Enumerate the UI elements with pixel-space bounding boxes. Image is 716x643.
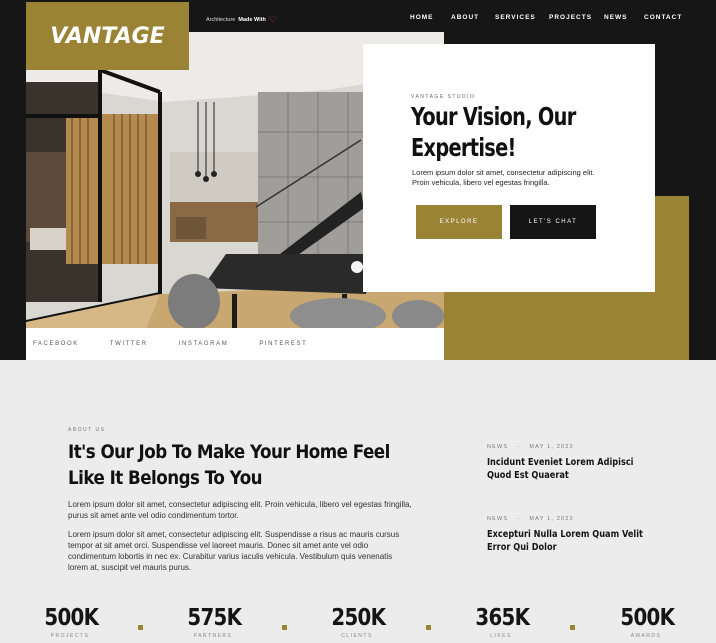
stat-value: 500K (44, 605, 99, 631)
stat-divider-dot (570, 625, 575, 630)
stat-label: PARTNERS (193, 633, 233, 639)
stat-label: AWARDS (630, 633, 662, 639)
stat-label: CLIENTS (341, 633, 373, 639)
news-item[interactable]: NEWS - MAY 1, 2022 Incidunt Eveniet Lore… (487, 444, 657, 482)
news-category: NEWS (487, 444, 509, 450)
stats-row: 500K PROJECTS 575K PARTNERS 250K CLIENTS… (0, 605, 716, 643)
stat-item: 500K AWARDS (616, 605, 676, 639)
hero-body: Lorem ipsum dolor sit amet, consectetur … (412, 168, 595, 187)
nav-news[interactable]: NEWS (604, 14, 628, 21)
stat-value: 250K (331, 605, 386, 631)
tagline: Architecture Made With ♡ (206, 15, 277, 24)
news-title[interactable]: Incidunt Eveniet Lorem Adipisci Quod Est… (487, 456, 655, 482)
news-title[interactable]: Excepturi Nulla Lorem Quam Velit Error Q… (487, 528, 655, 554)
logo-wordmark: VANTAGE (50, 23, 165, 49)
stat-divider-dot (138, 625, 143, 630)
news-meta: NEWS - MAY 1, 2022 (487, 516, 657, 522)
heart-icon: ♡ (268, 14, 277, 24)
news-meta: NEWS - MAY 1, 2022 (487, 444, 657, 450)
hero-eyebrow: VANTAGE STUDIO (411, 94, 476, 100)
news-category: NEWS (487, 516, 509, 522)
nav-about[interactable]: ABOUT (451, 14, 479, 21)
news-separator: - (517, 444, 521, 450)
stat-value: 365K (475, 605, 530, 631)
tagline-prefix: Architecture (206, 16, 236, 23)
tagline-bold: Made With (238, 16, 266, 23)
nav-home[interactable]: HOME (410, 14, 434, 21)
stat-item: 365K LIKES (471, 605, 531, 639)
stat-item: 250K CLIENTS (327, 605, 387, 639)
stat-divider-dot (282, 625, 287, 630)
social-link-instagram[interactable]: INSTAGRAM (179, 341, 229, 347)
hero-title: Your Vision, Our Expertise! (411, 102, 576, 162)
nav-services[interactable]: SERVICES (495, 14, 536, 21)
about-paragraph-2: Lorem ipsum dolor sit amet, consectetur … (68, 530, 400, 572)
lets-chat-button[interactable]: LET'S CHAT (510, 205, 596, 239)
news-item[interactable]: NEWS - MAY 1, 2022 Excepturi Nulla Lorem… (487, 516, 657, 554)
stat-value: 575K (187, 605, 242, 631)
social-links-bar: FACEBOOK TWITTER INSTAGRAM PINTEREST (26, 328, 444, 360)
social-link-facebook[interactable]: FACEBOOK (33, 341, 79, 347)
news-separator: - (517, 516, 521, 522)
social-link-pinterest[interactable]: PINTEREST (259, 341, 307, 347)
about-paragraph-1: Lorem ipsum dolor sit amet, consectetur … (68, 500, 412, 520)
explore-button[interactable]: EXPLORE (416, 205, 502, 239)
about-eyebrow: ABOUT US (68, 427, 106, 433)
nav-projects[interactable]: PROJECTS (549, 14, 592, 21)
stat-divider-dot (426, 625, 431, 630)
stat-value: 500K (620, 605, 675, 631)
stat-label: LIKES (490, 633, 512, 639)
news-date: MAY 1, 2022 (529, 516, 574, 522)
logo-box[interactable]: VANTAGE (26, 2, 189, 70)
social-link-twitter[interactable]: TWITTER (110, 341, 148, 347)
news-date: MAY 1, 2022 (529, 444, 574, 450)
about-title: It's Our Job To Make Your Home Feel Like… (68, 441, 390, 489)
nav-contact[interactable]: CONTACT (644, 14, 682, 21)
stat-item: 500K PROJECTS (40, 605, 100, 639)
hero-card: VANTAGE STUDIO Your Vision, Our Expertis… (363, 44, 655, 292)
about-section: ABOUT US It's Our Job To Make Your Home … (68, 427, 428, 572)
stat-item: 575K PARTNERS (183, 605, 243, 639)
stat-label: PROJECTS (50, 633, 90, 639)
